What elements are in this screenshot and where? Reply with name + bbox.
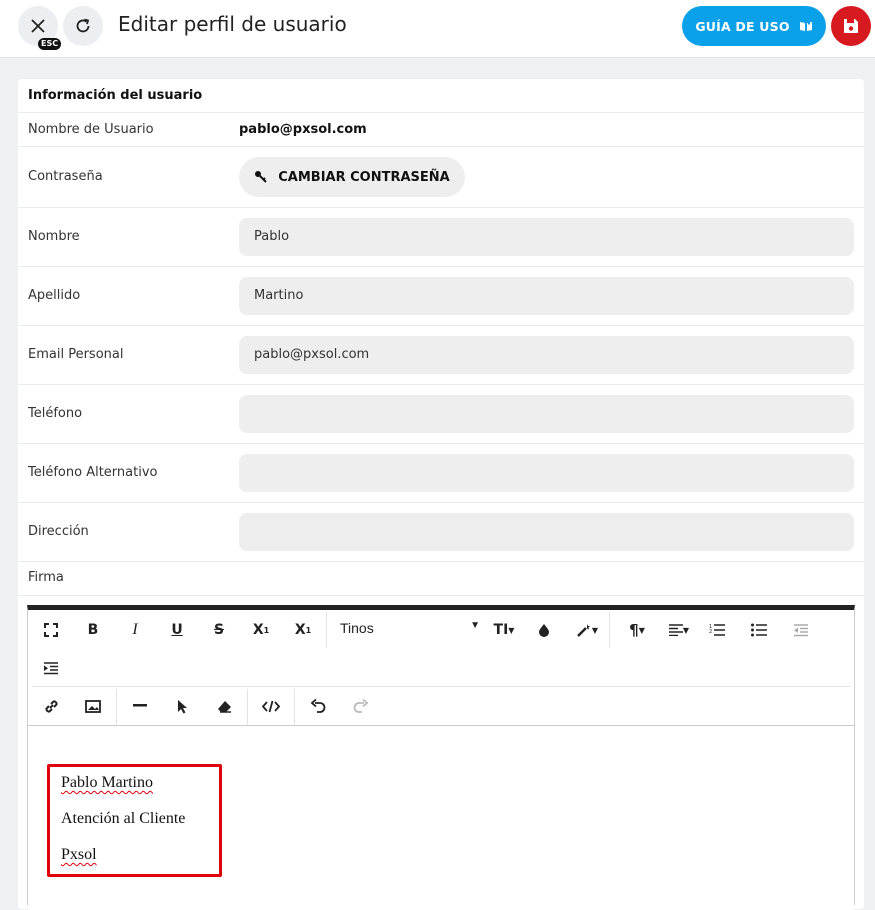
- signature-label: Firma: [28, 570, 64, 585]
- change-password-button[interactable]: CAMBIAR CONTRASEÑA: [239, 157, 465, 197]
- signature-line-role: Atención al Cliente: [61, 810, 186, 827]
- address-label: Dirección: [28, 524, 89, 539]
- align-icon[interactable]: ▼: [662, 617, 696, 643]
- outdent-icon[interactable]: [788, 617, 814, 643]
- fullscreen-icon[interactable]: [38, 617, 64, 643]
- signature-editor: B I U S X1 X1 Tinos ▼ TI ▼ ▼ ¶ ▼ ▼ 1 2 P…: [27, 605, 855, 910]
- guide-button[interactable]: GUÍA DE USO: [682, 6, 826, 46]
- save-button[interactable]: [831, 6, 871, 46]
- username-row: Nombre de Usuario pablo@pxsol.com: [18, 113, 864, 147]
- svg-text:2: 2: [709, 629, 712, 635]
- phone-label: Teléfono: [28, 406, 83, 421]
- address-input[interactable]: [239, 513, 854, 551]
- username-label: Nombre de Usuario: [28, 122, 154, 137]
- underline-icon[interactable]: U: [164, 617, 190, 643]
- paragraph-icon[interactable]: ¶ ▼: [620, 617, 654, 643]
- section-header: Información del usuario: [18, 79, 864, 113]
- reload-icon: [76, 18, 90, 33]
- subscript-icon[interactable]: X1: [248, 617, 274, 643]
- password-row: Contraseña CAMBIAR CONTRASEÑA: [18, 147, 864, 208]
- username-value: pablo@pxsol.com: [239, 122, 367, 137]
- signature-block: Pablo Martino Atención al Cliente Pxsol: [47, 764, 222, 877]
- section-title: Información del usuario: [28, 88, 203, 103]
- signature-line-name: Pablo Martino: [61, 774, 153, 791]
- email-row: Email Personal pablo@pxsol.com: [18, 326, 864, 385]
- ordered-list-icon[interactable]: 12: [704, 617, 730, 643]
- book-icon: [799, 21, 812, 31]
- editor-content[interactable]: Pablo Martino Atención al Cliente Pxsol: [28, 727, 854, 910]
- magic-wand-icon[interactable]: ▼: [570, 617, 604, 643]
- editor-toolbar-row-2: [28, 687, 854, 726]
- guide-button-label: GUÍA DE USO: [695, 18, 790, 34]
- strikethrough-icon[interactable]: S: [206, 617, 232, 643]
- close-icon: [31, 19, 45, 33]
- page-title: Editar perfil de usuario: [118, 12, 347, 36]
- font-size-icon[interactable]: TI ▼: [488, 617, 520, 643]
- first-name-row: Nombre Pablo: [18, 208, 864, 267]
- undo-icon[interactable]: [305, 693, 331, 719]
- image-icon[interactable]: [80, 693, 106, 719]
- alt-phone-input[interactable]: [239, 454, 854, 492]
- email-input[interactable]: pablo@pxsol.com: [239, 336, 854, 374]
- bold-icon[interactable]: B: [80, 617, 106, 643]
- redo-icon[interactable]: [347, 693, 373, 719]
- signature-line-company: Pxsol: [61, 846, 97, 863]
- italic-icon[interactable]: I: [122, 617, 148, 643]
- font-name: Tinos: [340, 620, 374, 636]
- cursor-icon[interactable]: [169, 693, 195, 719]
- eraser-icon[interactable]: [211, 693, 237, 719]
- caret-down-icon: ▼: [470, 620, 480, 631]
- change-password-label: CAMBIAR CONTRASEÑA: [278, 169, 450, 185]
- last-name-label: Apellido: [28, 288, 81, 303]
- font-select[interactable]: Tinos ▼: [340, 620, 480, 640]
- link-icon[interactable]: [38, 693, 64, 719]
- top-bar: ESC Editar perfil de usuario GUÍA DE USO: [0, 0, 875, 58]
- alt-phone-row: Teléfono Alternativo: [18, 444, 864, 503]
- color-icon[interactable]: [531, 617, 557, 643]
- code-view-icon[interactable]: [258, 693, 284, 719]
- editor-toolbar-row-1: B I U S X1 X1 Tinos ▼ TI ▼ ▼ ¶ ▼ ▼ 1 2: [28, 610, 854, 686]
- unordered-list-icon[interactable]: [746, 617, 772, 643]
- first-name-label: Nombre: [28, 229, 80, 244]
- key-icon: [255, 171, 267, 183]
- email-label: Email Personal: [28, 347, 124, 362]
- signature-row: Firma: [18, 562, 864, 596]
- horizontal-rule-icon[interactable]: [127, 693, 153, 719]
- alt-phone-label: Teléfono Alternativo: [28, 465, 158, 480]
- phone-input[interactable]: [239, 395, 854, 433]
- last-name-input[interactable]: Martino: [239, 277, 854, 315]
- user-info-card: Información del usuario Nombre de Usuari…: [18, 79, 864, 910]
- address-row: Dirección: [18, 503, 864, 562]
- esc-badge: ESC: [38, 38, 62, 50]
- password-label: Contraseña: [28, 169, 103, 184]
- phone-row: Teléfono: [18, 385, 864, 444]
- reload-button[interactable]: [63, 6, 103, 46]
- last-name-row: Apellido Martino: [18, 267, 864, 326]
- indent-icon[interactable]: [38, 655, 64, 681]
- superscript-icon[interactable]: X1: [290, 617, 316, 643]
- save-icon: [844, 19, 858, 33]
- first-name-input[interactable]: Pablo: [239, 218, 854, 256]
